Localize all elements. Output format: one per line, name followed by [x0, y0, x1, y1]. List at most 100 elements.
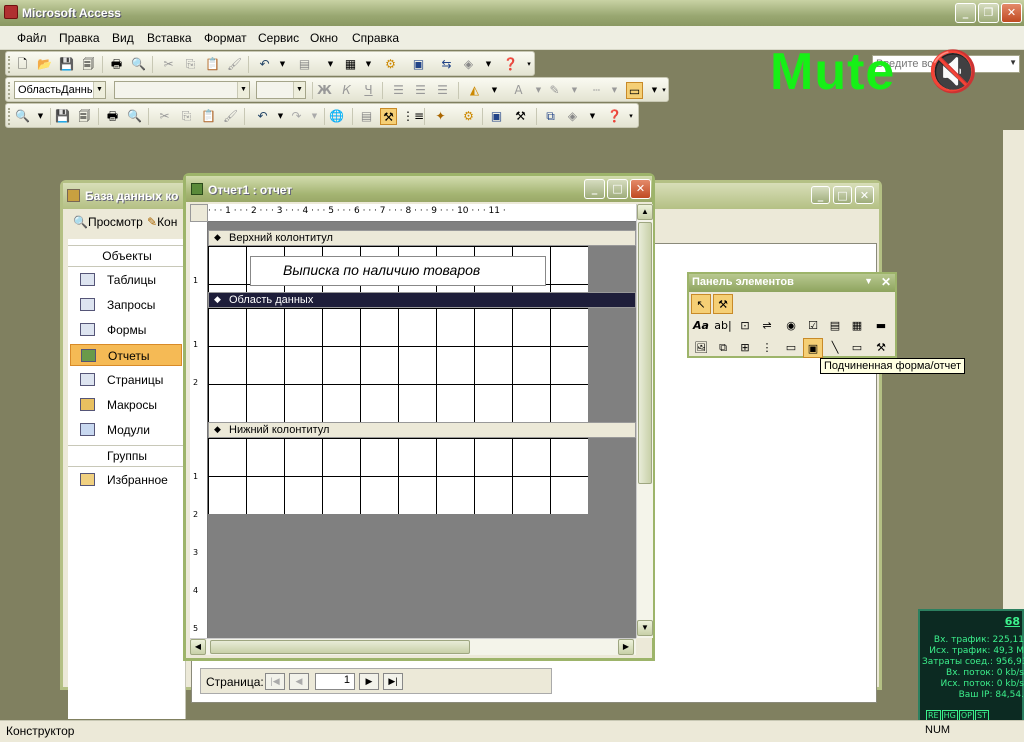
open-icon[interactable]: 📂 [36, 56, 53, 73]
scroll-down-button[interactable]: ▼ [637, 620, 653, 636]
minimize-button[interactable]: _ [955, 3, 976, 23]
report-close-button[interactable]: ✕ [630, 179, 651, 199]
menu-tools[interactable]: Сервис [258, 31, 299, 45]
page-header-bar[interactable]: ◆ Верхний колонтитул [208, 230, 636, 246]
page-number-input[interactable]: 1 [315, 673, 355, 690]
rectangle-icon[interactable]: ▭ [847, 338, 867, 358]
access-app-icon[interactable] [4, 5, 18, 19]
label-icon[interactable]: Aa [691, 316, 711, 336]
menu-view[interactable]: Вид [112, 31, 134, 45]
chevron-down-icon[interactable]: ▼ [530, 82, 547, 99]
code-icon[interactable]: ⚙ [460, 108, 477, 125]
undo-icon[interactable]: ↶ [254, 108, 271, 125]
scroll-left-button[interactable]: ◀ [190, 639, 206, 655]
toolbar-grip[interactable] [8, 108, 11, 125]
new-icon[interactable]: 🗋 [14, 56, 31, 73]
preview-button[interactable]: 🔍Просмотр [73, 215, 143, 229]
report-maximize-button[interactable]: □ [607, 179, 628, 199]
field-list-icon[interactable]: ▤ [358, 108, 375, 125]
db-close-button[interactable]: ✕ [855, 186, 874, 204]
report-title-label[interactable]: Выписка по наличию товаров [250, 256, 546, 286]
search-file-icon[interactable]: 🗐 [76, 108, 93, 125]
special-effect-icon[interactable]: ▭ [626, 82, 643, 99]
select-objects-icon[interactable]: ↖ [691, 294, 711, 314]
nav-item-tables[interactable]: Таблицы [70, 269, 182, 291]
option-group-icon[interactable]: ⊡ [735, 316, 755, 336]
nav-item-favorites[interactable]: Избранное [70, 469, 182, 491]
first-page-button[interactable]: |◀ [265, 673, 285, 690]
align-left-icon[interactable]: ☰ [390, 82, 407, 99]
help-icon[interactable]: ❓ [606, 108, 623, 125]
db-maximize-button[interactable]: □ [833, 186, 852, 204]
chevron-down-icon[interactable]: ▼ [584, 108, 601, 125]
toolbar-options-icon[interactable]: ▾ [626, 108, 636, 125]
print-icon[interactable]: 🖶 [108, 56, 125, 73]
hyperlink-icon[interactable]: 🌐 [328, 108, 345, 125]
underline-icon[interactable]: Ч [360, 82, 377, 99]
nav-item-reports[interactable]: Отчеты [70, 344, 182, 366]
save-icon[interactable]: 💾 [54, 108, 71, 125]
vertical-ruler[interactable]: 1 1 2 1 2 3 4 5 [190, 222, 208, 638]
print-icon[interactable]: 🖶 [104, 108, 121, 125]
relationships-icon[interactable]: ⇆ [438, 56, 455, 73]
bound-object-frame-icon[interactable]: ⊞ [735, 338, 755, 358]
fill-color-icon[interactable]: ◭ [466, 82, 483, 99]
toolbar-options-icon[interactable]: ▾ [660, 82, 668, 99]
nav-item-modules[interactable]: Модули [70, 419, 182, 441]
close-button[interactable]: ✕ [1001, 3, 1022, 23]
toolbox-icon[interactable]: ⚒ [380, 108, 397, 125]
redo-icon[interactable]: ↷ [288, 108, 305, 125]
paste-icon[interactable]: 📋 [200, 108, 217, 125]
format-painter-icon[interactable]: 🖌 [226, 56, 243, 73]
constructor-button[interactable]: ✎Кон [147, 215, 177, 229]
page-header-section[interactable]: Выписка по наличию товаров [208, 246, 588, 292]
nav-item-queries[interactable]: Запросы [70, 294, 182, 316]
db-minimize-button[interactable]: _ [811, 186, 830, 204]
chevron-down-icon[interactable]: ▼ [93, 82, 105, 98]
last-page-button[interactable]: ▶| [383, 673, 403, 690]
next-page-button[interactable]: ▶ [359, 673, 379, 690]
control-wizards-icon[interactable]: ⚒ [713, 294, 733, 314]
sorting-grouping-icon[interactable]: ⋮≡ [402, 108, 424, 125]
chevron-down-icon[interactable]: ▼ [1009, 58, 1017, 67]
search-file-icon[interactable]: 🗐 [80, 56, 97, 73]
toolbar-options-icon[interactable]: ▾ [524, 56, 534, 73]
combo-box-icon[interactable]: ▤ [825, 316, 845, 336]
unbound-object-frame-icon[interactable]: ⧉ [713, 338, 733, 358]
help-icon[interactable]: ❓ [502, 56, 519, 73]
horizontal-scrollbar[interactable]: ◀ ▶ [190, 638, 636, 655]
save-icon[interactable]: 💾 [58, 56, 75, 73]
italic-icon[interactable]: К [338, 82, 355, 99]
objects-header[interactable]: Объекты [68, 245, 186, 267]
option-button-icon[interactable]: ◉ [781, 316, 801, 336]
chevron-down-icon[interactable]: ▼ [32, 108, 49, 125]
menu-help[interactable]: Справка [352, 31, 399, 45]
copy-icon[interactable]: ⎘ [178, 108, 195, 125]
scroll-up-button[interactable]: ▲ [637, 204, 653, 220]
print-preview-icon[interactable]: 🔍 [130, 56, 147, 73]
menu-window[interactable]: Окно [310, 31, 338, 45]
chevron-down-icon[interactable]: ▼ [486, 82, 503, 99]
copy-icon[interactable]: ⎘ [182, 56, 199, 73]
page-footer-section[interactable] [208, 438, 588, 514]
format-painter-icon[interactable]: 🖌 [222, 108, 239, 125]
chevron-down-icon[interactable]: ▼ [322, 56, 339, 73]
chevron-down-icon[interactable]: ▼ [480, 56, 497, 73]
bold-icon[interactable]: Ж [316, 82, 333, 99]
new-object-icon[interactable]: ◈ [460, 56, 477, 73]
insert-object-icon[interactable]: ▦ [342, 56, 359, 73]
toolbar-grip[interactable] [8, 56, 11, 73]
tab-control-icon[interactable]: ▭ [781, 338, 801, 358]
font-color-icon[interactable]: A [510, 82, 527, 99]
align-center-icon[interactable]: ☰ [412, 82, 429, 99]
page-break-icon[interactable]: ⋮ [757, 338, 777, 358]
vertical-scroll-thumb[interactable] [638, 222, 652, 484]
undo-icon[interactable]: ↶ [256, 56, 273, 73]
toggle-button-icon[interactable]: ⇌ [757, 316, 777, 336]
restore-button[interactable]: ❐ [978, 3, 999, 23]
menu-insert[interactable]: Вставка [147, 31, 192, 45]
autoformat-icon[interactable]: ✦ [432, 108, 449, 125]
chevron-down-icon[interactable]: ▼ [360, 56, 377, 73]
chevron-down-icon[interactable]: ▼ [293, 82, 305, 98]
view-icon[interactable]: 🔍 [14, 108, 31, 125]
